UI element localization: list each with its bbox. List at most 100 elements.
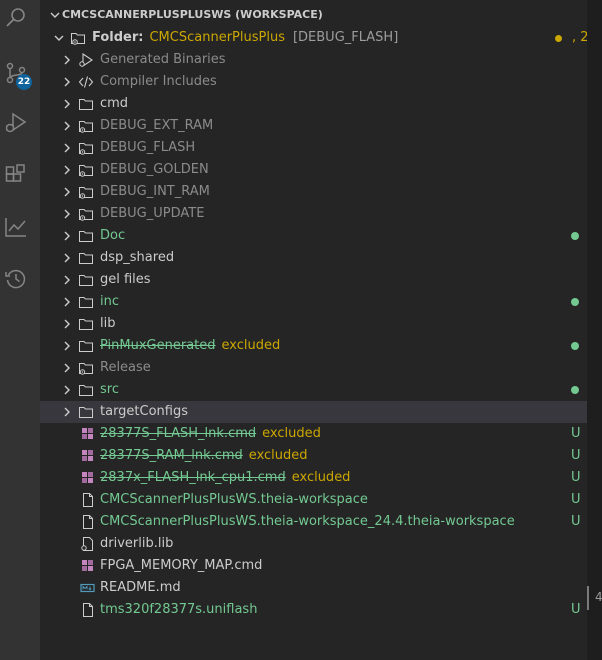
chevron-right-icon[interactable] [60, 361, 74, 375]
folder-icon [78, 228, 94, 244]
tree-file-row[interactable]: driverlib.lib [40, 533, 587, 555]
tree-item-label: 28377S_RAM_lnk.cmd [100, 448, 243, 463]
chevron-right-icon[interactable] [60, 273, 74, 287]
excluded-tag: excluded [291, 470, 351, 485]
tree-folder-row[interactable]: DEBUG_INT_RAM [40, 181, 587, 203]
scrollbar-mark [587, 586, 589, 610]
history-icon[interactable] [4, 267, 28, 291]
tree-folder-row[interactable]: DEBUG_GOLDEN [40, 159, 587, 181]
chevron-right-icon[interactable] [60, 119, 74, 133]
tree-file-row[interactable]: CMCScannerPlusPlusWS.theia-workspace_24.… [40, 511, 587, 533]
tree-item-label: lib [100, 316, 116, 331]
git-status-letter: U [571, 470, 581, 485]
tree-folder-row[interactable]: cmd [40, 93, 587, 115]
excluded-tag: excluded [221, 338, 281, 353]
git-status-dot [571, 298, 579, 306]
chevron-right-icon[interactable] [60, 405, 74, 419]
tree-file-row[interactable]: 28377S_RAM_lnk.cmd excluded U [40, 445, 587, 467]
git-status-dot [571, 386, 579, 394]
tree-folder-row[interactable]: Doc [40, 225, 587, 247]
code-icon [78, 74, 94, 90]
git-status-letter: U [571, 492, 581, 507]
folder-gear-icon [78, 162, 94, 178]
chevron-right-icon[interactable] [60, 317, 74, 331]
root-folder-label: Folder: [92, 30, 144, 45]
tree-file-row[interactable]: FPGA_MEMORY_MAP.cmd [40, 555, 587, 577]
tree-item-label: src [100, 382, 119, 397]
warning-dot-icon [555, 35, 562, 42]
tree-folder-row[interactable]: lib [40, 313, 587, 335]
tree-folder-row[interactable]: inc [40, 291, 587, 313]
chevron-right-icon[interactable] [60, 53, 74, 67]
edge-glyph: 4 [595, 590, 602, 604]
git-status-dot [571, 342, 579, 350]
folder-gear-icon [78, 118, 94, 134]
chevron-right-icon[interactable] [60, 75, 74, 89]
tree-item-label: cmd [100, 96, 129, 111]
chevron-down-icon[interactable] [48, 4, 62, 26]
tree-folder-row[interactable]: src [40, 379, 587, 401]
tree-file-row[interactable]: README.md [40, 577, 587, 599]
tree-item-label: Release [100, 360, 151, 375]
tree-folder-row[interactable]: DEBUG_UPDATE [40, 203, 587, 225]
tree-folder-row[interactable]: DEBUG_EXT_RAM [40, 115, 587, 137]
tree-folder-row[interactable]: gel files [40, 269, 587, 291]
folder-gear-icon [78, 140, 94, 156]
markdown-icon [80, 580, 96, 596]
folder-icon [78, 316, 94, 332]
chevron-down-icon[interactable] [52, 31, 66, 45]
tree-folder-row[interactable]: targetConfigs [40, 401, 587, 423]
chevron-right-icon[interactable] [60, 229, 74, 243]
tree-folder-row[interactable]: Generated Binaries [40, 49, 587, 71]
root-folder-row[interactable]: Folder: CMCScannerPlusPlus [DEBUG_FLASH] ,… [40, 27, 587, 49]
tree-folder-row[interactable]: dsp_shared [40, 247, 587, 269]
chevron-right-icon[interactable] [60, 97, 74, 111]
search-icon[interactable] [4, 6, 28, 30]
tree-item-label: DEBUG_EXT_RAM [100, 118, 214, 133]
tree-item-label: tms320f28377s.uniflash [100, 602, 258, 617]
folder-icon [78, 382, 94, 398]
chart-icon[interactable] [4, 215, 28, 239]
editor-edge: 4 [587, 0, 602, 660]
library-file-icon [80, 536, 96, 552]
chevron-right-icon[interactable] [60, 383, 74, 397]
chevron-right-icon[interactable] [60, 185, 74, 199]
tree-item-label: Doc [100, 228, 126, 243]
tree-item-label: inc [100, 294, 119, 309]
extensions-icon[interactable] [4, 163, 28, 187]
tree-folder-row[interactable]: Compiler Includes [40, 71, 587, 93]
tree-file-row[interactable]: tms320f28377s.uniflash U [40, 599, 587, 621]
tree-file-row[interactable]: CMCScannerPlusPlusWS.theia-workspace U [40, 489, 587, 511]
tree-item-label: 28377S_FLASH_lnk.cmd [100, 426, 257, 441]
tree-item-label: DEBUG_GOLDEN [100, 162, 209, 177]
tree-item-label: DEBUG_UPDATE [100, 206, 205, 221]
folder-icon [78, 96, 94, 112]
folder-icon [78, 272, 94, 288]
folder-icon [78, 338, 94, 354]
chevron-right-icon[interactable] [60, 141, 74, 155]
root-config: [DEBUG_FLASH] [292, 30, 399, 45]
cmd-file-icon [80, 448, 96, 464]
tree-folder-row[interactable]: PinMuxGenerated excluded [40, 335, 587, 357]
run-debug-icon[interactable] [4, 111, 28, 135]
excluded-tag: excluded [248, 448, 308, 463]
tree-item-label: Compiler Includes [100, 74, 217, 89]
tree-item-label: Generated Binaries [100, 52, 226, 67]
tree-folder-row[interactable]: Release [40, 357, 587, 379]
binaries-icon [78, 52, 94, 68]
chevron-right-icon[interactable] [60, 295, 74, 309]
chevron-right-icon[interactable] [60, 207, 74, 221]
tree-file-row[interactable]: 2837x_FLASH_lnk_cpu1.cmd excluded U [40, 467, 587, 489]
root-project-name: CMCScannerPlusPlus [149, 30, 285, 45]
chevron-right-icon[interactable] [60, 251, 74, 265]
git-status-dot [571, 232, 579, 240]
excluded-tag: excluded [262, 426, 321, 441]
folder-gear-icon [78, 184, 94, 200]
tree-folder-row[interactable]: DEBUG_FLASH [40, 137, 587, 159]
git-status-letter: U [571, 514, 581, 529]
cmd-file-icon [80, 558, 96, 574]
tree-file-row[interactable]: 28377S_FLASH_lnk.cmd excluded U [40, 423, 587, 445]
chevron-right-icon[interactable] [60, 163, 74, 177]
explorer-sidebar: CMCSCANNERPLUSPLUSWS (WORKSPACE) Folder:… [40, 0, 587, 660]
chevron-right-icon[interactable] [60, 339, 74, 353]
